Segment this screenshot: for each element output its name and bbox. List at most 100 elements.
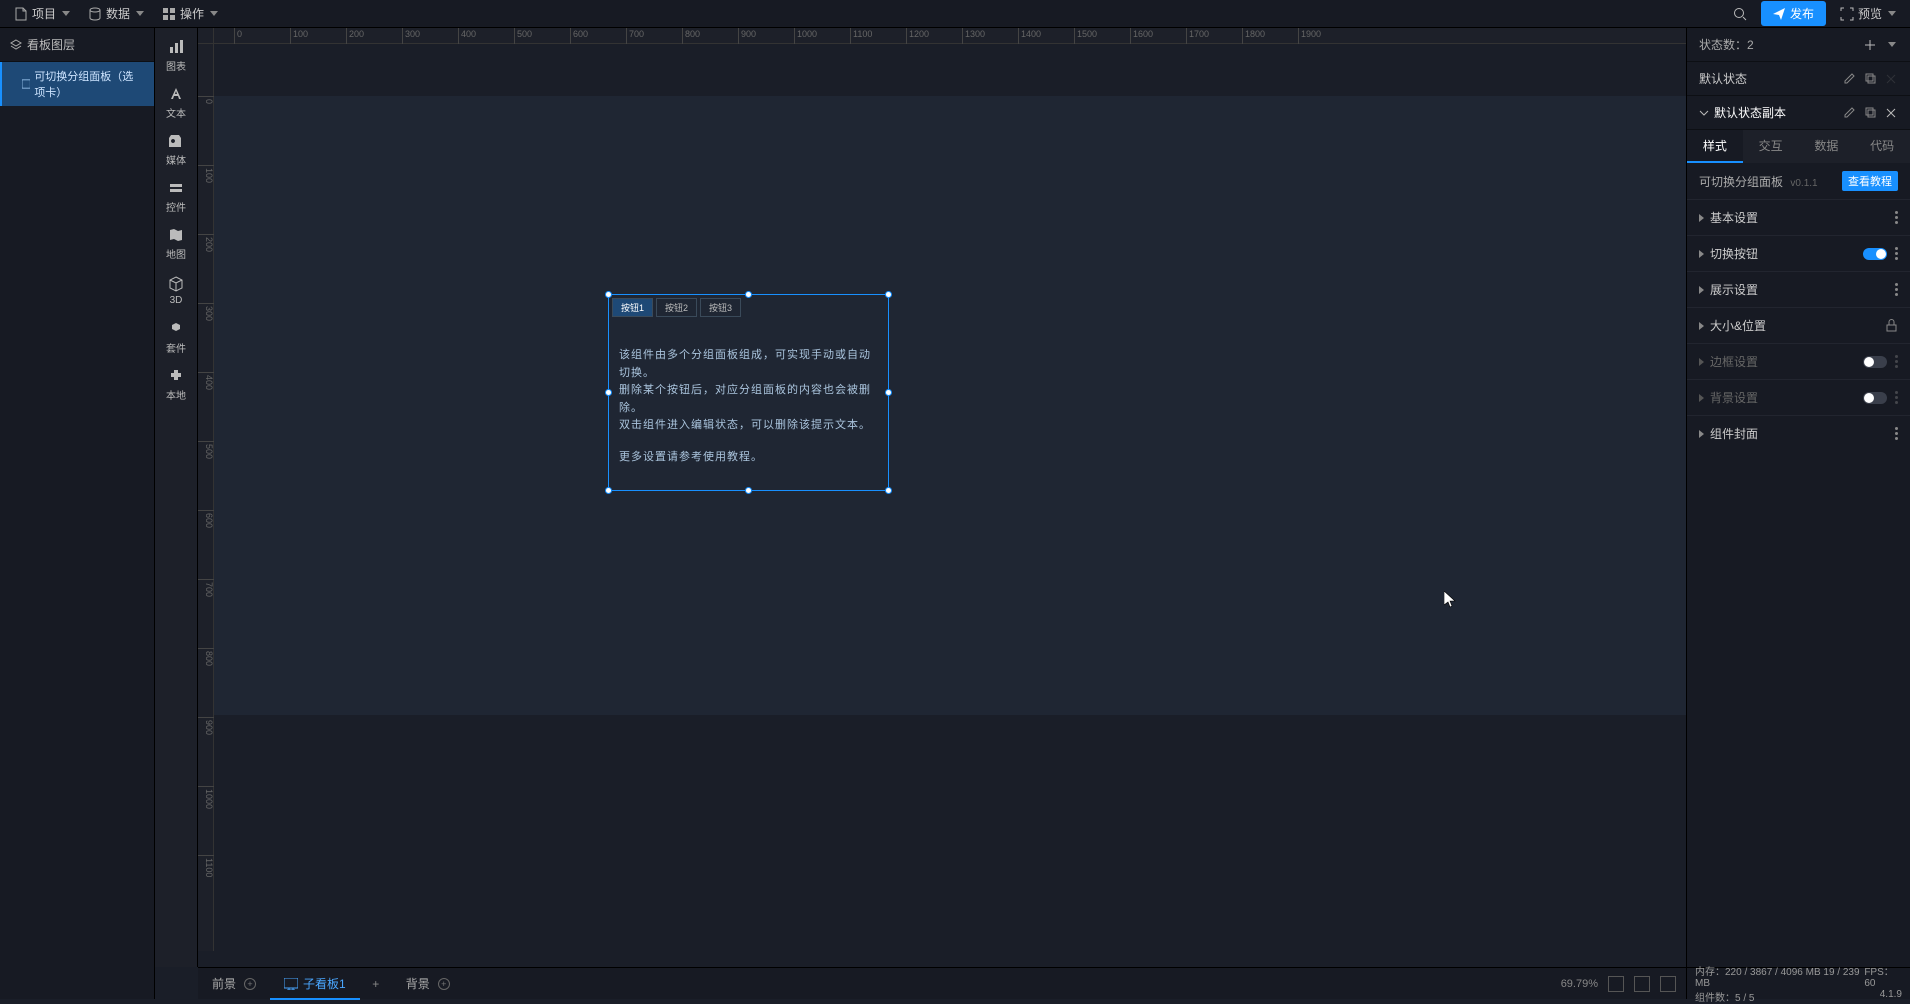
copy-icon[interactable] — [1863, 106, 1877, 120]
edit-icon[interactable] — [1842, 72, 1856, 86]
section-switch-label: 切换按钮 — [1710, 245, 1758, 262]
tab-foreground[interactable]: 前景+ — [198, 968, 270, 1000]
expand-icon — [1699, 394, 1704, 402]
menu-operation[interactable]: 操作 — [156, 1, 224, 26]
sidebar-item-text[interactable]: 文本 — [155, 79, 198, 126]
tab-background[interactable]: 背景+ — [392, 968, 464, 1000]
screen-icon[interactable] — [1660, 976, 1676, 992]
section-border[interactable]: 边框设置 — [1687, 343, 1910, 379]
add-tab-button[interactable]: + — [360, 968, 392, 1000]
sidebar-item-chart[interactable]: 图表 — [155, 32, 198, 79]
expand-icon — [1699, 358, 1704, 366]
state-count-row: 状态数：2 — [1687, 28, 1910, 62]
sidebar-label-media: 媒体 — [166, 152, 186, 167]
chevron-down-icon — [136, 11, 144, 16]
more-icon[interactable] — [1895, 427, 1898, 440]
sidebar-label-text: 文本 — [166, 105, 186, 120]
sidebar-item-control[interactable]: 控件 — [155, 173, 198, 220]
grid-view-icon[interactable] — [1634, 976, 1650, 992]
section-switch[interactable]: 切换按钮 — [1687, 235, 1910, 271]
tab-data[interactable]: 数据 — [1799, 130, 1855, 163]
bottom-tabs: 前景+ 子看板1 + 背景+ 69.79% — [198, 967, 1686, 999]
layers-panel-title: 看板图层 — [0, 28, 154, 62]
database-icon — [88, 7, 102, 21]
state-count-label: 状态数：2 — [1699, 36, 1754, 53]
more-icon[interactable] — [1895, 283, 1898, 296]
sidebar-label-map: 地图 — [166, 246, 186, 261]
tutorial-button[interactable]: 查看教程 — [1842, 171, 1898, 191]
close-icon[interactable] — [1884, 106, 1898, 120]
publish-button[interactable]: 发布 — [1761, 1, 1826, 26]
more-icon[interactable] — [1895, 355, 1898, 368]
component-tab-3[interactable]: 按钮3 — [700, 298, 741, 317]
tab-interact[interactable]: 交互 — [1743, 130, 1799, 163]
component-sidebar: 图表 文本 媒体 控件 地图 3D 套件 本地 — [155, 28, 198, 967]
more-icon[interactable] — [1895, 211, 1898, 224]
menu-data-label: 数据 — [106, 5, 130, 22]
control-icon — [167, 179, 185, 197]
top-menu-left: 项目 数据 操作 — [8, 1, 224, 26]
menu-project[interactable]: 项目 — [8, 1, 76, 26]
section-basic[interactable]: 基本设置 — [1687, 199, 1910, 235]
layers-panel: 看板图层 可切换分组面板（选项卡） — [0, 28, 155, 999]
section-cover[interactable]: 组件封面 — [1687, 415, 1910, 451]
more-icon[interactable] — [1895, 247, 1898, 260]
state-dropdown-icon[interactable] — [1884, 38, 1898, 52]
chevron-down-icon — [210, 11, 218, 16]
edit-icon[interactable] — [1842, 106, 1856, 120]
border-toggle[interactable] — [1863, 356, 1887, 368]
resize-handle-sw[interactable] — [605, 487, 612, 494]
sidebar-item-media[interactable]: 媒体 — [155, 126, 198, 173]
sidebar-item-kit[interactable]: 套件 — [155, 314, 198, 361]
resize-handle-nw[interactable] — [605, 291, 612, 298]
component-tab-2[interactable]: 按钮2 — [656, 298, 697, 317]
menu-data[interactable]: 数据 — [82, 1, 150, 26]
layers-icon — [10, 39, 22, 51]
bg-toggle[interactable] — [1863, 392, 1887, 404]
resize-handle-s[interactable] — [745, 487, 752, 494]
media-icon — [167, 132, 185, 150]
tab-code[interactable]: 代码 — [1854, 130, 1910, 163]
sidebar-item-3d[interactable]: 3D — [155, 267, 198, 314]
resize-handle-e[interactable] — [885, 389, 892, 396]
body-line4: 更多设置请参考使用教程。 — [619, 449, 878, 467]
add-back-icon[interactable]: + — [438, 978, 450, 990]
selected-component[interactable]: 按钮1 按钮2 按钮3 该组件由多个分组面板组成，可实现手动或自动切换。 删除某… — [608, 294, 889, 491]
status-bar: 内存：220 / 3867 / 4096 MB 19 / 239 MB FPS：… — [1686, 967, 1910, 999]
section-display[interactable]: 展示设置 — [1687, 271, 1910, 307]
component-version: v0.1.1 — [1790, 178, 1817, 189]
resize-handle-n[interactable] — [745, 291, 752, 298]
cube-icon — [167, 275, 185, 293]
section-bg[interactable]: 背景设置 — [1687, 379, 1910, 415]
section-border-label: 边框设置 — [1710, 353, 1758, 370]
resize-handle-se[interactable] — [885, 487, 892, 494]
top-menu-right: 发布 预览 — [1727, 1, 1902, 26]
sidebar-item-map[interactable]: 地图 — [155, 220, 198, 267]
add-state-button[interactable] — [1863, 38, 1877, 52]
state-row-copy[interactable]: 默认状态副本 — [1687, 96, 1910, 130]
resize-handle-w[interactable] — [605, 389, 612, 396]
copy-icon[interactable] — [1863, 72, 1877, 86]
canvas-area[interactable]: 0100200300400500600700800900100011001200… — [198, 28, 1686, 967]
preview-label: 预览 — [1858, 5, 1882, 22]
resize-handle-ne[interactable] — [885, 291, 892, 298]
publish-label: 发布 — [1790, 5, 1814, 22]
bottom-right-controls: 69.79% — [1561, 976, 1686, 992]
search-button[interactable] — [1727, 3, 1753, 25]
state-row-default[interactable]: 默认状态 — [1687, 62, 1910, 96]
fit-icon[interactable] — [1608, 976, 1624, 992]
add-fore-icon[interactable]: + — [244, 978, 256, 990]
canvas-surface[interactable]: 按钮1 按钮2 按钮3 该组件由多个分组面板组成，可实现手动或自动切换。 删除某… — [214, 44, 1686, 951]
tab-subboard[interactable]: 子看板1 — [270, 968, 360, 1000]
sidebar-item-local[interactable]: 本地 — [155, 361, 198, 408]
more-icon[interactable] — [1895, 391, 1898, 404]
lock-icon[interactable] — [1884, 319, 1898, 333]
switch-toggle[interactable] — [1863, 248, 1887, 260]
artboard — [214, 96, 1686, 715]
section-cover-label: 组件封面 — [1710, 425, 1758, 442]
preview-button[interactable]: 预览 — [1834, 1, 1902, 26]
component-tab-1[interactable]: 按钮1 — [612, 298, 653, 317]
layer-item-tabpanel[interactable]: 可切换分组面板（选项卡） — [0, 62, 154, 106]
section-size[interactable]: 大小&位置 — [1687, 307, 1910, 343]
tab-style[interactable]: 样式 — [1687, 130, 1743, 163]
